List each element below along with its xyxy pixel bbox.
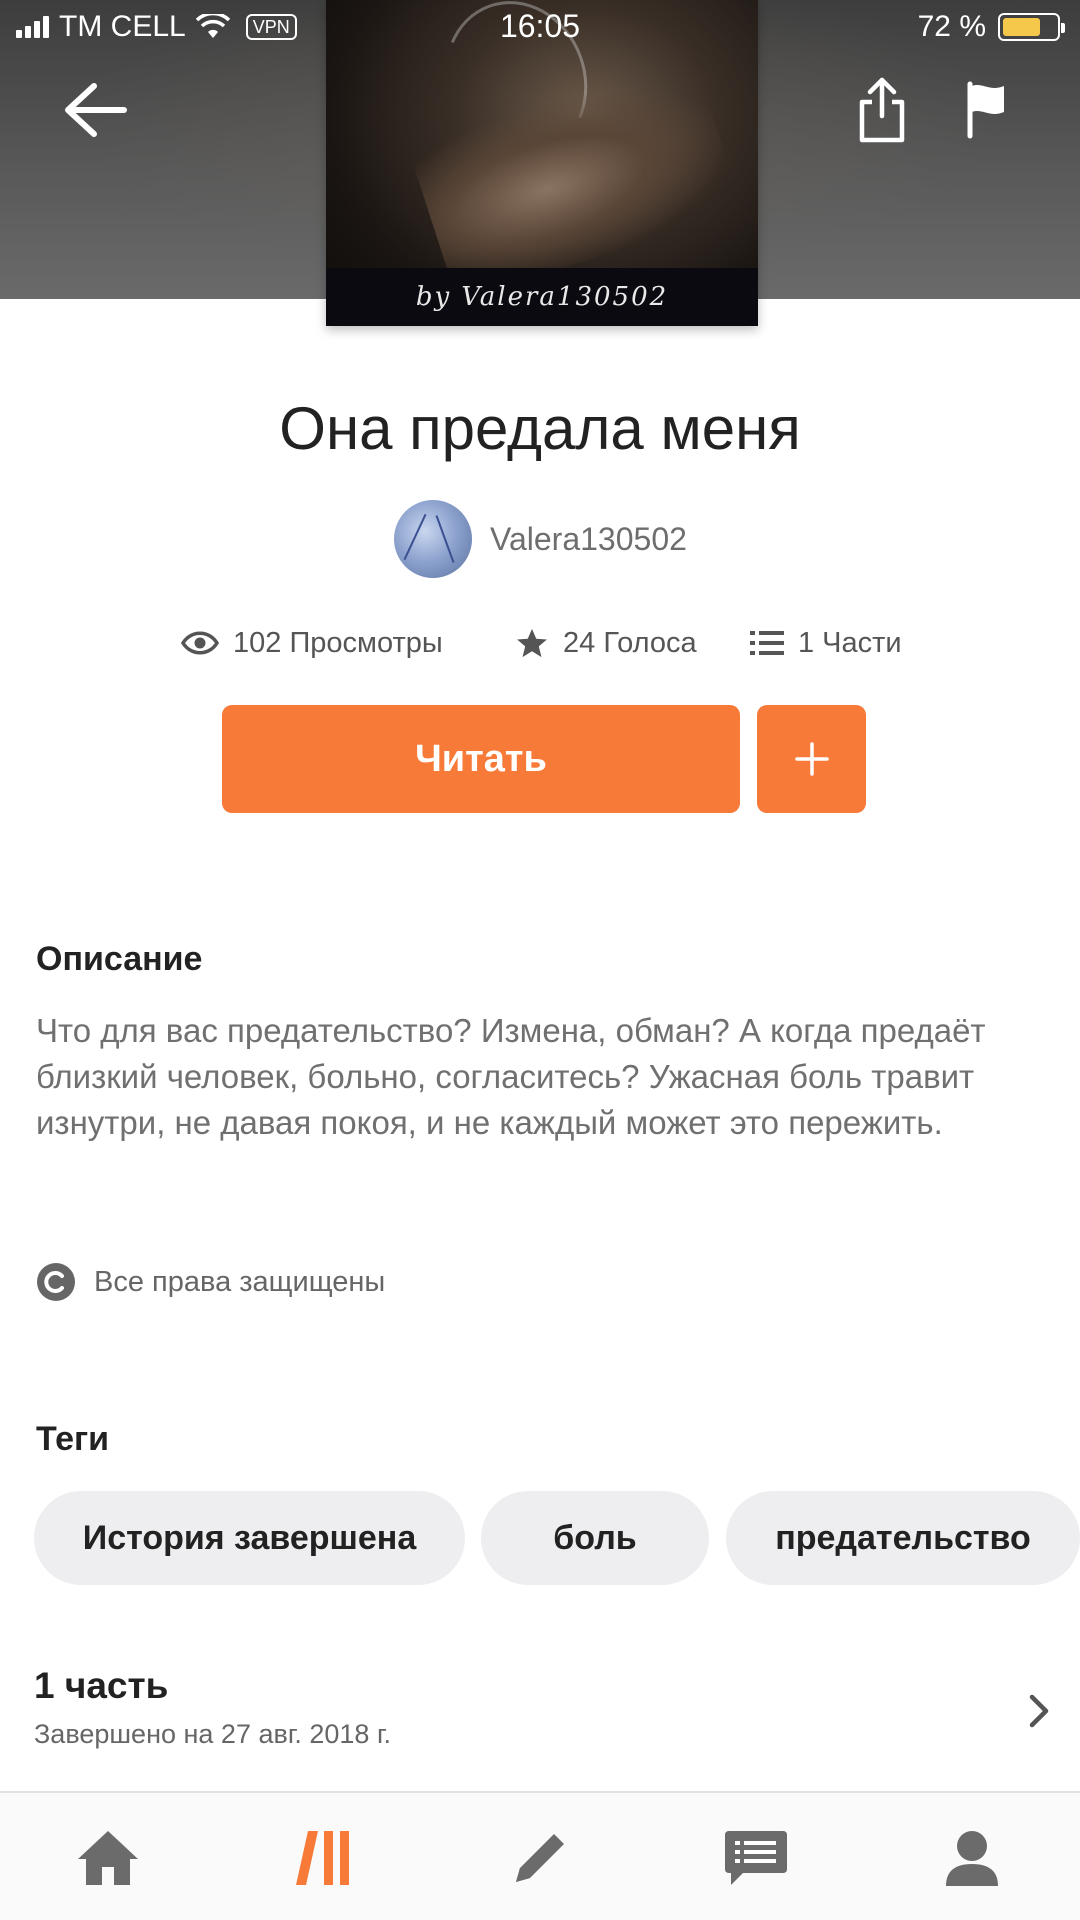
battery-percent: 72 % xyxy=(917,10,986,43)
star-icon xyxy=(517,628,547,658)
stat-votes: 24 Голоса xyxy=(515,620,697,666)
parts-status: Завершено на 27 авг. 2018 г. xyxy=(34,1719,391,1749)
home-icon xyxy=(78,1830,138,1885)
flag-icon[interactable] xyxy=(964,80,1010,140)
battery-icon xyxy=(998,13,1065,41)
nav-profile[interactable] xyxy=(864,1793,1080,1920)
bottom-nav xyxy=(0,1791,1080,1920)
nav-write[interactable] xyxy=(432,1793,648,1920)
stat-parts: 1 Части xyxy=(750,620,902,666)
description-text: Что для вас предательство? Измена, обман… xyxy=(36,1012,986,1141)
parts-label: 1 Части xyxy=(798,626,902,659)
table-of-contents-row[interactable]: 1 часть Завершено на 27 авг. 2018 г. xyxy=(0,1655,1080,1775)
status-bar: TM CELL VPN 16:05 72 % xyxy=(0,0,1080,54)
story-stats: 102 Просмотры 24 Голоса 1 Части xyxy=(0,620,1080,666)
author-name[interactable]: Valera130502 xyxy=(490,521,687,558)
nav-home[interactable] xyxy=(0,1793,216,1920)
tag-chip[interactable]: боль xyxy=(481,1491,709,1585)
library-icon xyxy=(296,1830,349,1885)
profile-icon xyxy=(946,1830,998,1886)
votes-label: 24 Голоса xyxy=(563,626,697,659)
plus-icon xyxy=(794,742,829,776)
cover-byline: by Valera130502 xyxy=(326,268,758,326)
stat-views: 102 Просмотры xyxy=(181,620,443,666)
story-title: Она предала меня xyxy=(279,395,801,462)
share-icon[interactable] xyxy=(856,76,908,146)
back-arrow-icon[interactable] xyxy=(60,80,130,140)
list-icon xyxy=(750,631,784,655)
eye-icon xyxy=(181,631,219,655)
description-heading: Описание xyxy=(36,940,203,978)
chevron-right-icon xyxy=(1029,1694,1049,1728)
parts-count-title: 1 часть xyxy=(34,1665,169,1706)
copyright-icon xyxy=(37,1263,75,1301)
read-button[interactable]: Читать xyxy=(222,705,740,813)
add-to-library-button[interactable] xyxy=(757,705,866,813)
tag-chip[interactable]: предательство xyxy=(726,1491,1080,1585)
author-link[interactable]: Valera130502 xyxy=(394,500,687,578)
tags-list: История завершена боль предательство xyxy=(34,1491,1080,1585)
messages-icon xyxy=(725,1830,787,1885)
copyright-row: Все права защищены xyxy=(36,1262,385,1302)
tag-chip[interactable]: История завершена xyxy=(34,1491,465,1585)
copyright-text: Все права защищены xyxy=(94,1265,386,1298)
avatar[interactable] xyxy=(394,500,472,578)
tags-heading: Теги xyxy=(36,1420,110,1458)
nav-library[interactable] xyxy=(216,1793,432,1920)
nav-messages[interactable] xyxy=(648,1793,864,1920)
views-label: 102 Просмотры xyxy=(233,626,443,659)
pencil-icon xyxy=(516,1833,564,1882)
